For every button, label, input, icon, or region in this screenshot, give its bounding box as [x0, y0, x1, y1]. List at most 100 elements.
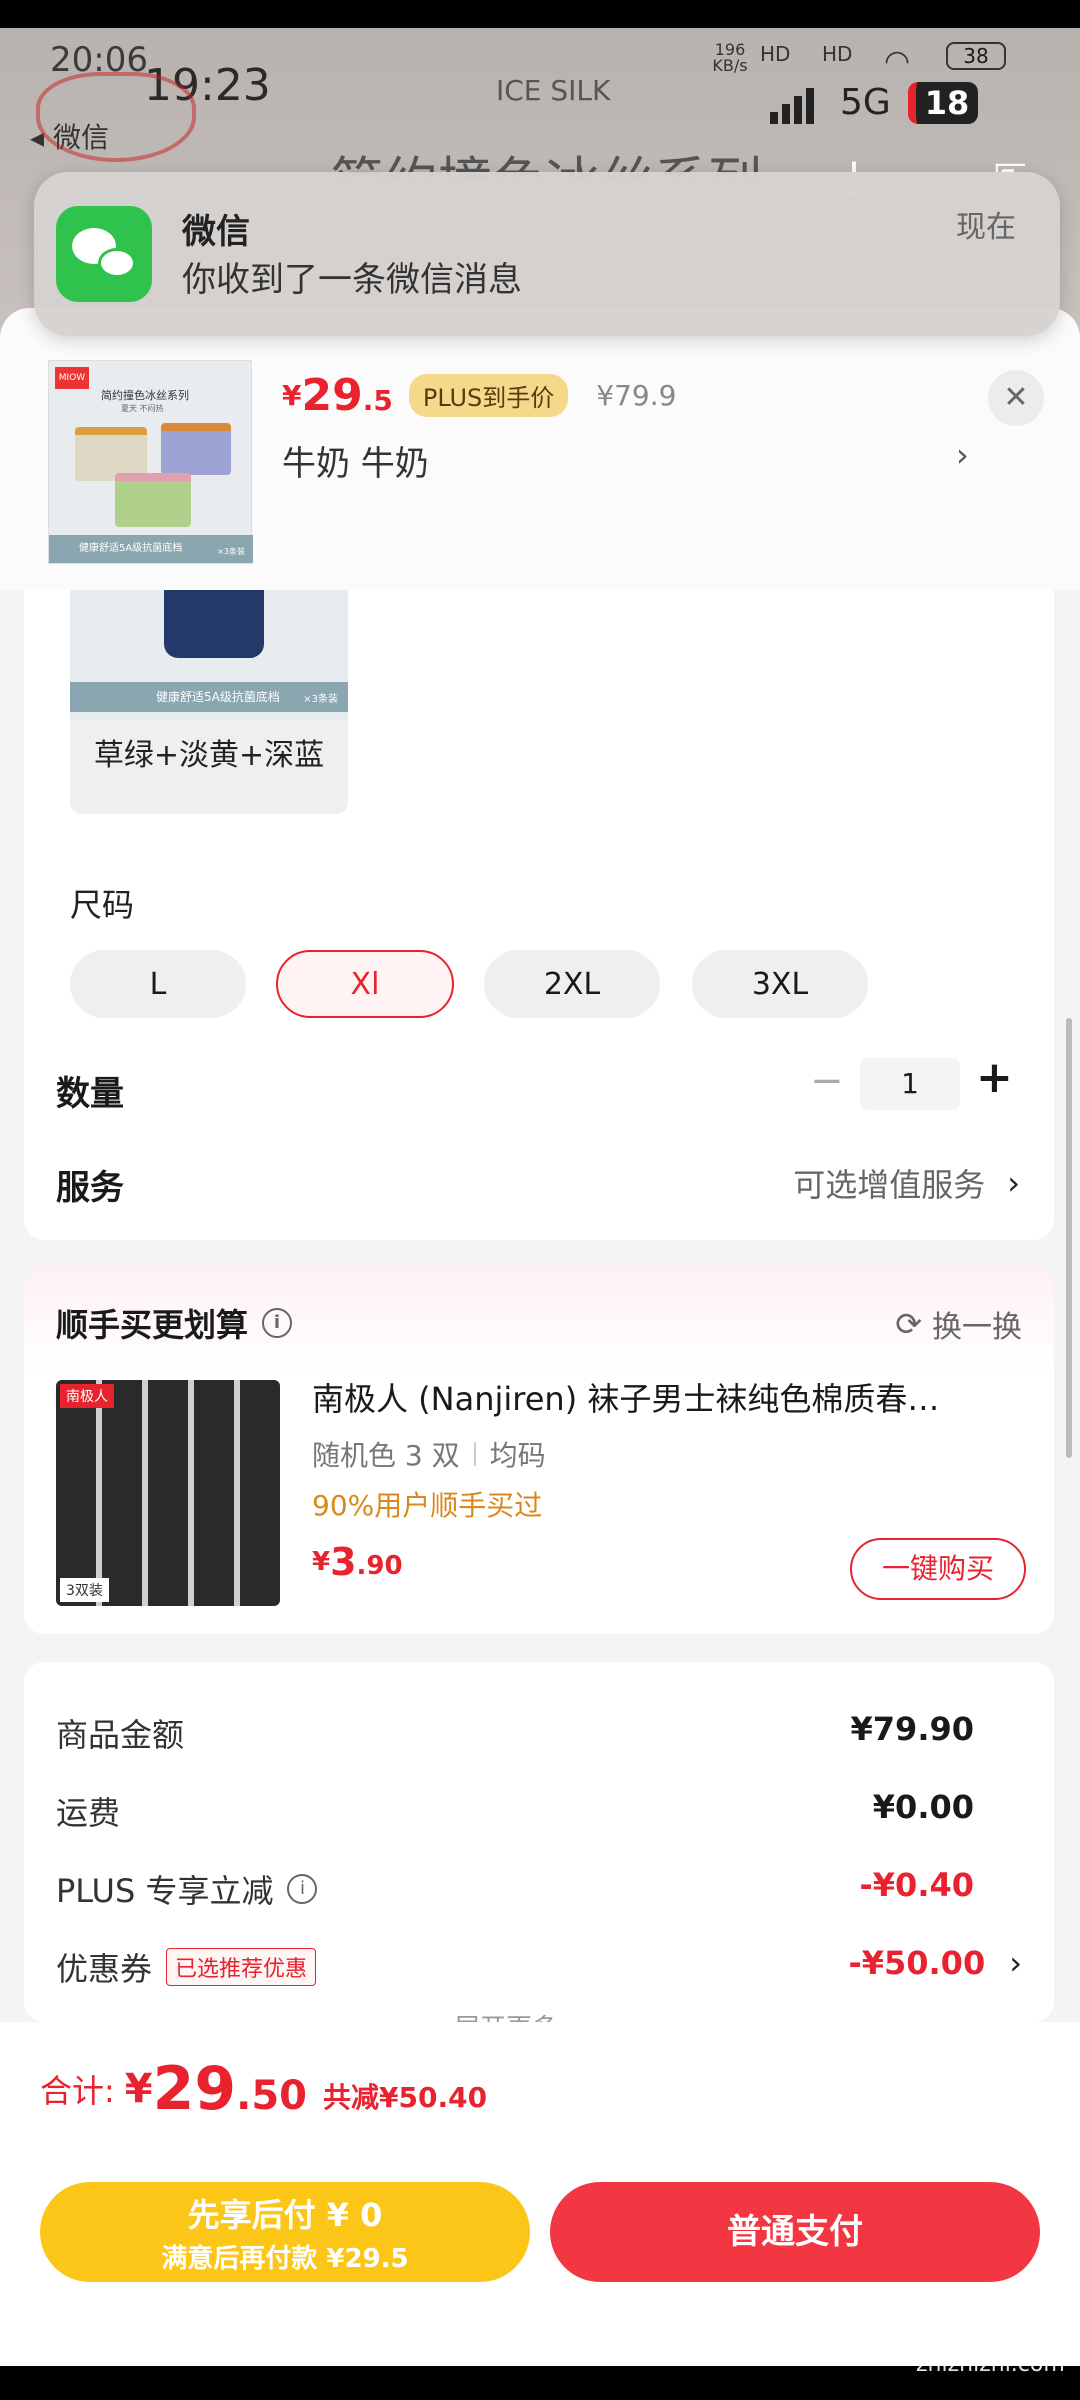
addon-product-name[interactable]: 南极人 (Nanjiren) 袜子男士袜纯色棉质春… [312, 1374, 1032, 1420]
price-symbol: ¥ [282, 378, 302, 412]
summary-plus-row: PLUS 专享立减 i [56, 1866, 318, 1912]
socks-icon [56, 1380, 280, 1606]
chevron-right-icon[interactable]: › [956, 436, 969, 474]
notification-time: 现在 [956, 210, 1016, 245]
pay-later-button[interactable]: 先享后付 ¥ 0 满意后再付款 ¥29.5 [40, 2182, 530, 2282]
color-option-count: ×3条装 [303, 694, 338, 705]
info-icon[interactable]: i [262, 1308, 293, 1338]
thumb-series: 简约撞色冰丝系列 [101, 389, 189, 402]
size-option-3xl[interactable]: 3XL [692, 950, 868, 1018]
quantity-input[interactable]: 1 [860, 1058, 960, 1110]
color-option-image: 健康舒适5A级抗菌底档 ×3条装 [70, 590, 348, 720]
underwear-blue [161, 423, 231, 475]
notification-app: 微信 [182, 212, 250, 252]
addon-spec-row: 随机色 3 双 均码 [312, 1434, 546, 1474]
underwear-navy [164, 590, 264, 658]
coupon-selector[interactable]: -¥50.00 › [848, 1944, 1022, 1982]
refresh-button[interactable]: ⟳ 换一换 [895, 1302, 1022, 1346]
summary-label-coupon: 优惠券 [56, 1950, 153, 1988]
hd-label-1: HD [760, 42, 791, 66]
watermark-logo: 值值值 [930, 2300, 1056, 2346]
total-row: 合计: ¥ 29 .50 共减¥50.40 [40, 2054, 487, 2124]
wifi-icon: ◠ [884, 44, 911, 79]
pay-later-line2: 满意后再付款 ¥29.5 [161, 2244, 409, 2274]
brand-logo: MIOW [55, 367, 89, 389]
addon-title: 顺手买更划算 [56, 1306, 249, 1344]
addon-brand-tag: 南极人 [60, 1384, 114, 1408]
service-label: 服务 [56, 1168, 124, 1208]
addon-product-image[interactable]: 南极人 3双装 [56, 1380, 280, 1606]
service-value: 可选增值服务 [793, 1166, 986, 1204]
logo-icon [36, 72, 196, 162]
total-label: 合计: [40, 2072, 115, 2110]
addon-spec-color: 随机色 3 双 [312, 1439, 460, 1472]
selected-spec[interactable]: 牛奶 牛奶 [282, 436, 429, 485]
underwear-green [115, 473, 191, 527]
addon-price-decimal: .90 [356, 1551, 403, 1581]
summary-label-shipping: 运费 [56, 1794, 121, 1832]
chevron-right-icon: › [1007, 1164, 1020, 1202]
total-decimal: .50 [236, 2073, 307, 2119]
color-option-tile[interactable]: 健康舒适5A级抗菌底档 ×3条装 草绿+淡黄+深蓝 [70, 590, 348, 814]
battery-icon: 38 [946, 42, 1006, 70]
product-header: MIOW 简约撞色冰丝系列 夏天 不闷热 健康舒适5A级抗菌底档 ×3条装 ¥ … [0, 308, 1080, 590]
thumb-count: ×3条装 [217, 547, 245, 556]
scrollbar[interactable] [1066, 1018, 1072, 1458]
size-title: 尺码 [70, 886, 135, 924]
divider [473, 1442, 476, 1466]
notification-count-badge: 18 [908, 82, 978, 124]
watermark-url: zhizhizhi.com [916, 2352, 1065, 2377]
plus-price-badge: PLUS到手价 [408, 373, 569, 417]
quantity-minus-button[interactable]: − [810, 1058, 844, 1104]
signal-icon [770, 84, 820, 124]
size-option-xl[interactable]: Xl [276, 950, 454, 1018]
addon-spec-size: 均码 [489, 1439, 546, 1472]
refresh-icon: ⟳ [895, 1305, 922, 1343]
service-selector[interactable]: 可选增值服务 › [700, 1160, 1020, 1206]
info-icon[interactable]: i [287, 1874, 318, 1904]
quantity-plus-button[interactable]: + [976, 1052, 1013, 1103]
net-speed: 196 KB/s [712, 40, 748, 75]
wechat-notification[interactable]: 微信 你收到了一条微信消息 现在 [34, 172, 1060, 336]
normal-pay-button[interactable]: 普通支付 [550, 2182, 1040, 2282]
notification-message: 你收到了一条微信消息 [182, 260, 522, 300]
network-type: 5G [840, 82, 891, 123]
addon-pack-tag: 3双装 [60, 1578, 109, 1602]
addon-card: 顺手买更划算 i ⟳ 换一换 南极人 3双装 南极人 (Nanjiren) 袜子… [24, 1266, 1054, 1634]
addon-title-row: 顺手买更划算 i [56, 1300, 293, 1346]
product-thumbnail[interactable]: MIOW 简约撞色冰丝系列 夏天 不闷热 健康舒适5A级抗菌底档 ×3条装 [48, 360, 253, 564]
total-symbol: ¥ [124, 2066, 153, 2112]
wechat-icon [56, 206, 152, 302]
expand-more[interactable]: 展开更多 [454, 2008, 558, 2022]
one-click-buy-button[interactable]: 一键购买 [850, 1538, 1026, 1600]
brand-text: ICE SILK [496, 74, 611, 107]
addon-social-proof: 90%用户顺手买过 [312, 1489, 543, 1522]
summary-value-plus: -¥0.40 [859, 1866, 975, 1904]
coupon-tag: 已选推荐优惠 [166, 1948, 317, 1986]
quantity-label: 数量 [56, 1074, 124, 1114]
price-row: ¥ 29 .5 PLUS到手价 ¥79.9 [282, 369, 677, 421]
price-integer: 29 [301, 369, 363, 421]
chevron-right-icon: › [1009, 1944, 1022, 1982]
hd-label-2: HD [822, 42, 853, 66]
size-option-l[interactable]: L [70, 950, 246, 1018]
summary-coupon-row: 优惠券 已选推荐优惠 [56, 1944, 317, 1990]
size-option-2xl[interactable]: 2XL [484, 950, 660, 1018]
summary-label-plus: PLUS 专享立减 [56, 1872, 274, 1910]
price-summary-card: 商品金额 ¥79.90 运费 ¥0.00 PLUS 专享立减 i -¥0.40 … [24, 1662, 1054, 2022]
summary-value-coupon: -¥50.00 [848, 1944, 986, 1982]
pay-later-line1: 先享后付 ¥ 0 [187, 2196, 383, 2234]
summary-value-goods: ¥79.90 [850, 1710, 974, 1748]
thumb-sub: 夏天 不闷热 [121, 404, 164, 413]
summary-value-shipping: ¥0.00 [872, 1788, 974, 1826]
order-sheet: MIOW 简约撞色冰丝系列 夏天 不闷热 健康舒适5A级抗菌底档 ×3条装 ¥ … [0, 308, 1080, 2400]
checkout-bar: 合计: ¥ 29 .50 共减¥50.40 先享后付 ¥ 0 满意后再付款 ¥2… [0, 2022, 1080, 2400]
addon-price: ¥ 3 .90 [312, 1540, 403, 1584]
close-icon[interactable]: ✕ [988, 370, 1044, 426]
addon-price-integer: 3 [330, 1540, 357, 1584]
original-price: ¥79.9 [596, 378, 677, 412]
top-black-bar [0, 0, 1080, 28]
price-decimal: .5 [362, 383, 393, 417]
color-option-label: 草绿+淡黄+深蓝 [93, 738, 325, 773]
addon-price-symbol: ¥ [312, 1547, 331, 1577]
